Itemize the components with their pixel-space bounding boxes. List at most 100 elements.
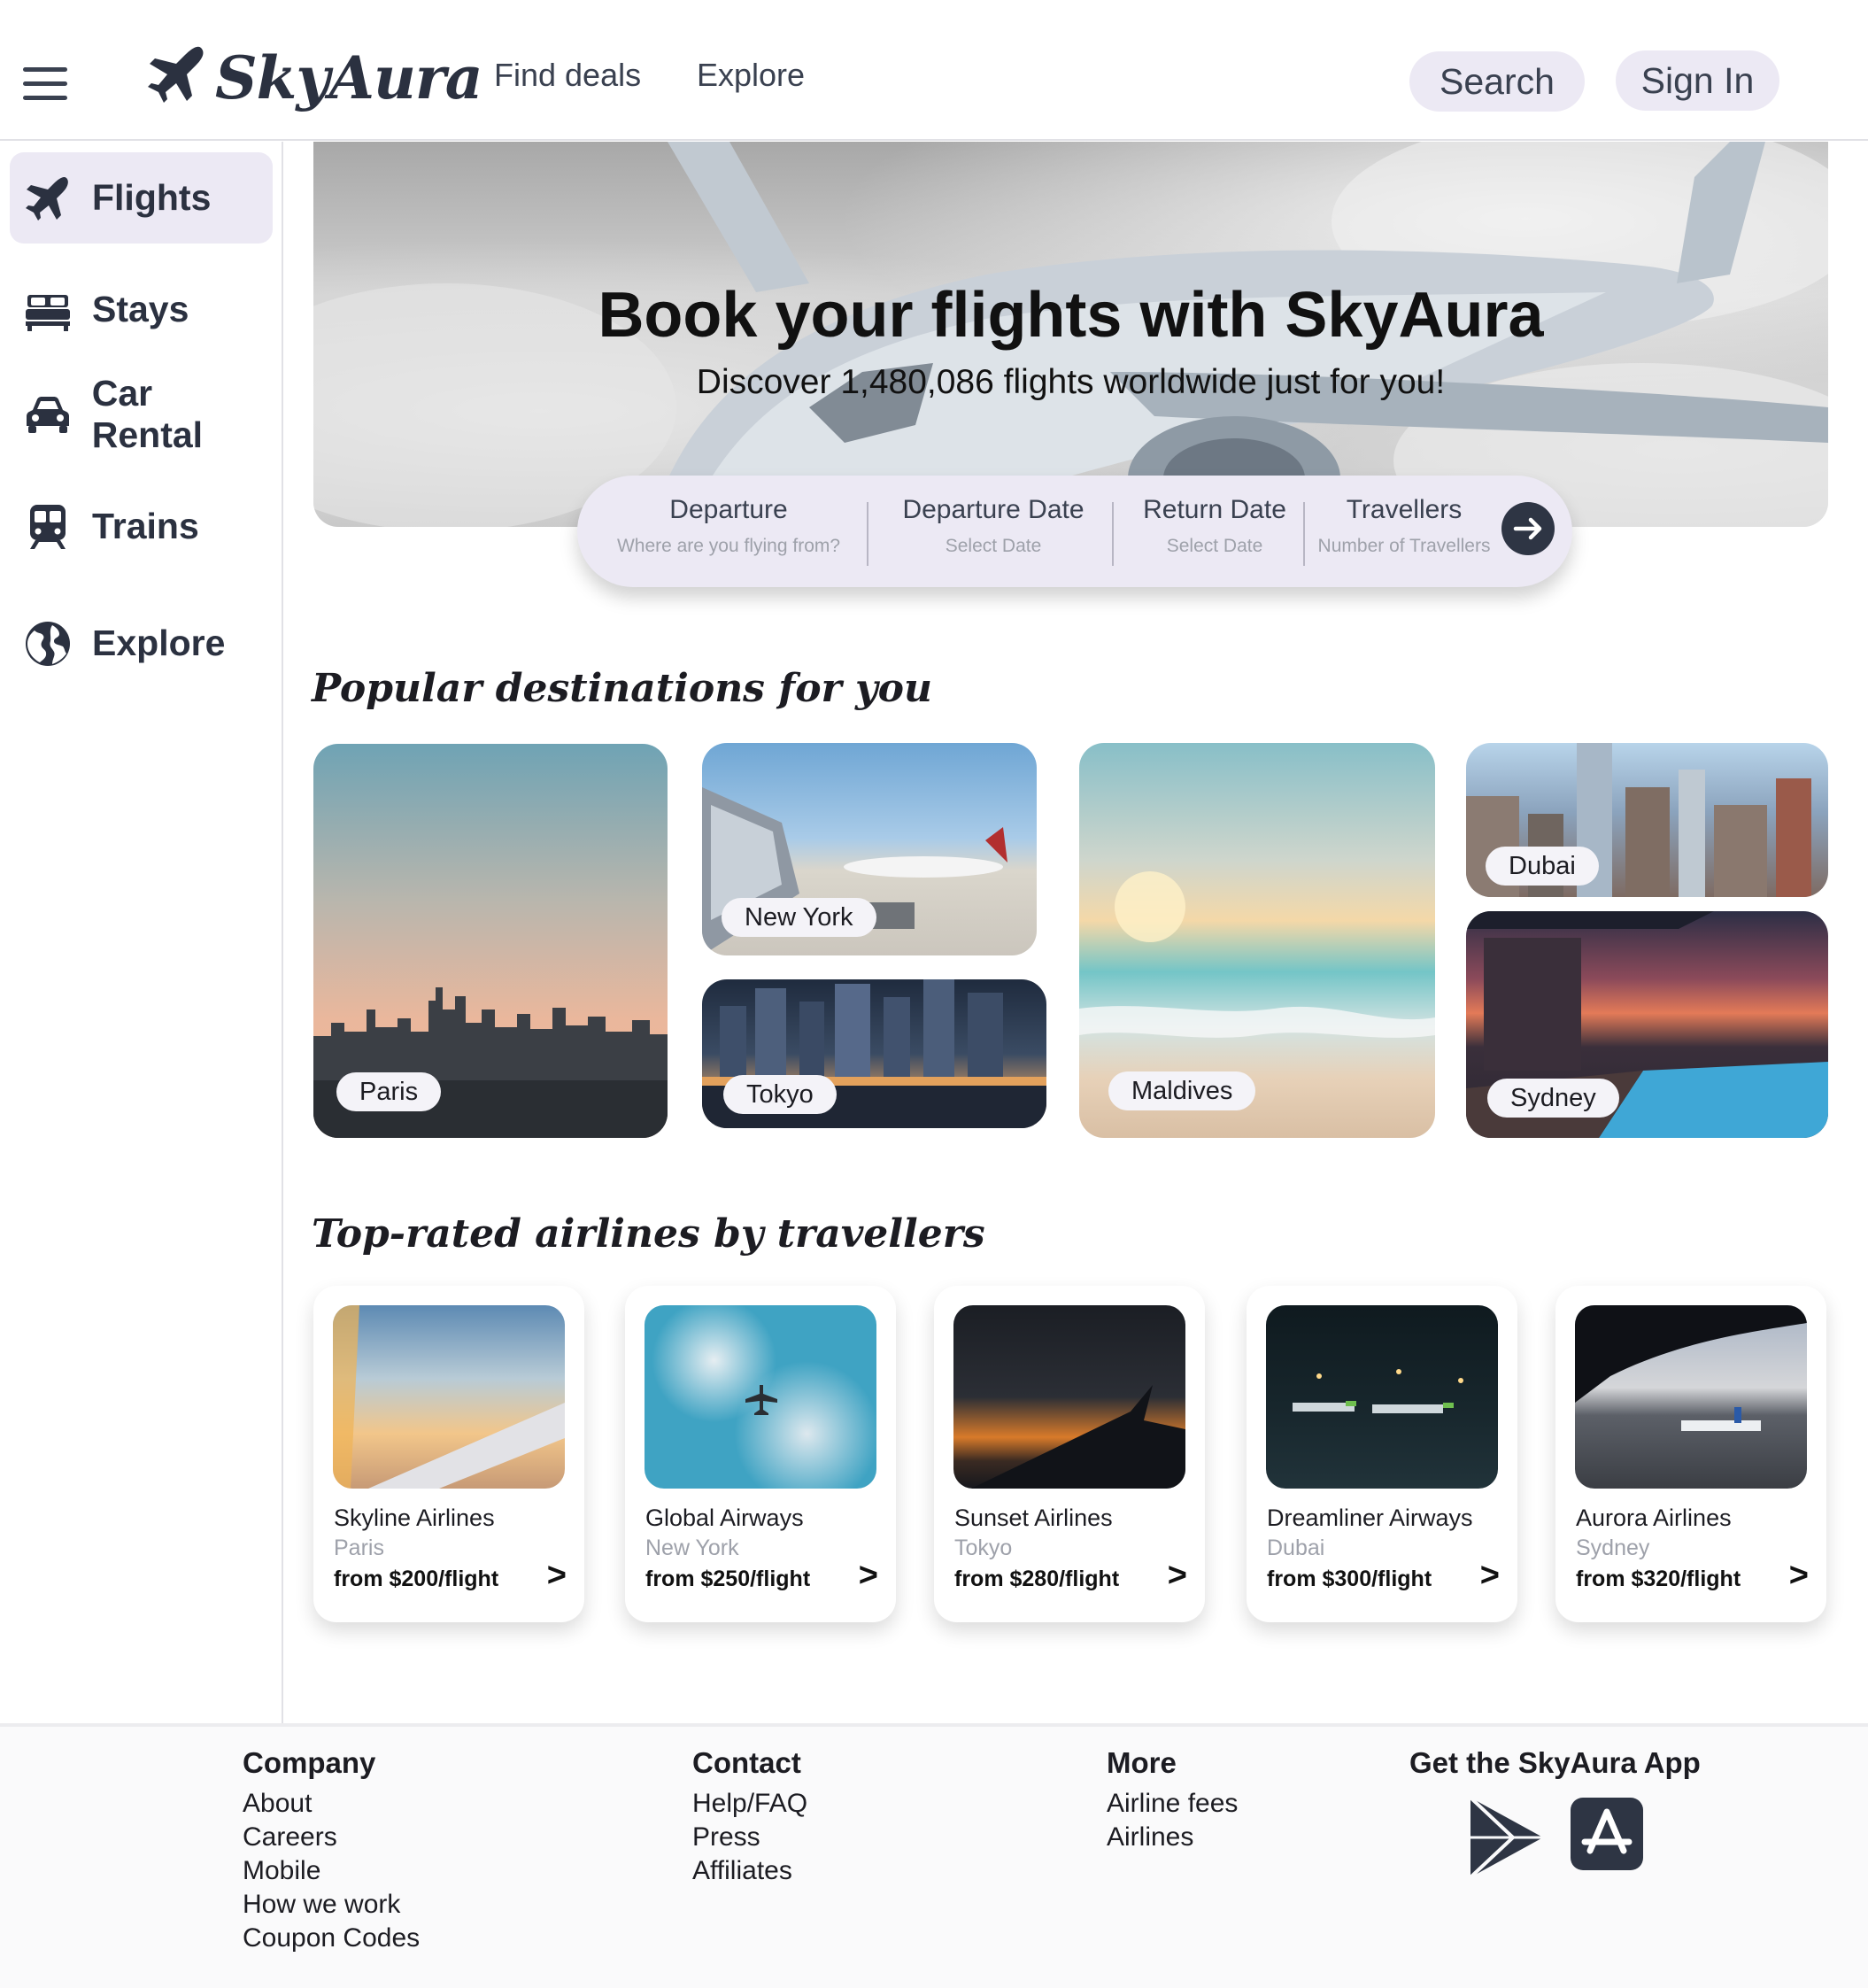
airline-image bbox=[645, 1305, 876, 1489]
destination-label: Sydney bbox=[1487, 1079, 1619, 1118]
airline-price: from $280/flight bbox=[954, 1566, 1120, 1591]
destination-card-tokyo[interactable]: Tokyo bbox=[702, 979, 1046, 1128]
sidebar: Flights Stays Car Rental Trains Explore bbox=[0, 142, 283, 1988]
airline-name: Aurora Airlines bbox=[1576, 1505, 1732, 1531]
destination-card-maldives[interactable]: Maldives bbox=[1079, 743, 1435, 1138]
departure-date-label: Departure Date bbox=[902, 495, 1085, 524]
airline-card-dreamliner[interactable]: Dreamliner Airways Dubai from $300/fligh… bbox=[1247, 1286, 1517, 1622]
footer-heading: Contact bbox=[692, 1746, 801, 1779]
airline-city: Sydney bbox=[1576, 1535, 1650, 1560]
divider bbox=[867, 502, 868, 566]
destination-label: Maldives bbox=[1108, 1071, 1256, 1110]
footer-heading: More bbox=[1107, 1746, 1177, 1779]
chevron-right-icon[interactable]: > bbox=[859, 1557, 878, 1595]
destination-label: Paris bbox=[336, 1072, 442, 1111]
footer-link-careers[interactable]: Careers bbox=[243, 1821, 420, 1854]
return-date-field[interactable]: Return Date Select Date bbox=[1126, 495, 1303, 557]
footer-link-coupon-codes[interactable]: Coupon Codes bbox=[243, 1922, 420, 1955]
departure-label: Departure bbox=[669, 495, 788, 524]
nav-explore[interactable]: Explore bbox=[697, 57, 805, 94]
sidebar-item-explore[interactable]: Explore bbox=[10, 598, 273, 689]
footer-link-airlines[interactable]: Airlines bbox=[1107, 1821, 1238, 1854]
airline-price: from $200/flight bbox=[334, 1566, 499, 1591]
airline-card-global[interactable]: Global Airways New York from $250/flight… bbox=[625, 1286, 896, 1622]
top-airlines-title: Top-rated airlines by travellers bbox=[312, 1211, 985, 1257]
airline-city: New York bbox=[645, 1535, 739, 1560]
train-icon bbox=[23, 502, 73, 552]
footer-heading: Company bbox=[243, 1746, 376, 1779]
footer-link-help-faq[interactable]: Help/FAQ bbox=[692, 1787, 807, 1821]
airline-city: Dubai bbox=[1267, 1535, 1325, 1560]
arrow-right-icon bbox=[1513, 517, 1542, 540]
chevron-right-icon[interactable]: > bbox=[547, 1557, 567, 1595]
car-icon bbox=[23, 390, 73, 439]
google-play-icon[interactable] bbox=[1469, 1796, 1545, 1879]
footer-more-column: More Airline fees Airlines bbox=[1107, 1746, 1238, 1854]
airline-city: Tokyo bbox=[954, 1535, 1013, 1560]
sidebar-item-stays[interactable]: Stays bbox=[10, 264, 273, 355]
footer-link-affiliates[interactable]: Affiliates bbox=[692, 1854, 807, 1888]
sidebar-item-label: Trains bbox=[92, 506, 199, 546]
footer-link-mobile[interactable]: Mobile bbox=[243, 1854, 420, 1888]
globe-icon bbox=[23, 619, 73, 669]
sign-in-button[interactable]: Sign In bbox=[1616, 50, 1779, 111]
destination-card-dubai[interactable]: Dubai bbox=[1466, 743, 1828, 897]
footer-link-how-we-work[interactable]: How we work bbox=[243, 1888, 420, 1922]
travellers-placeholder: Number of Travellers bbox=[1317, 536, 1491, 556]
departure-field[interactable]: Departure Where are you flying from? bbox=[613, 495, 845, 557]
footer-company-column: Company About Careers Mobile How we work… bbox=[243, 1746, 420, 1955]
hamburger-menu-icon[interactable] bbox=[23, 67, 67, 101]
airline-name: Sunset Airlines bbox=[954, 1505, 1113, 1531]
nav-find-deals[interactable]: Find deals bbox=[494, 57, 641, 94]
airline-card-skyline[interactable]: Skyline Airlines Paris from $200/flight … bbox=[313, 1286, 584, 1622]
travellers-label: Travellers bbox=[1346, 495, 1463, 524]
destination-label: New York bbox=[722, 898, 876, 937]
sidebar-item-flights[interactable]: Flights bbox=[10, 152, 273, 244]
chevron-right-icon[interactable]: > bbox=[1168, 1557, 1187, 1595]
return-date-label: Return Date bbox=[1143, 495, 1286, 524]
airline-card-aurora[interactable]: Aurora Airlines Sydney from $320/flight … bbox=[1555, 1286, 1826, 1622]
airline-image bbox=[1575, 1305, 1807, 1489]
departure-placeholder: Where are you flying from? bbox=[616, 536, 841, 556]
chevron-right-icon[interactable]: > bbox=[1480, 1557, 1500, 1595]
bed-icon bbox=[23, 285, 73, 335]
destination-label: Dubai bbox=[1486, 847, 1599, 886]
destination-label: Tokyo bbox=[723, 1075, 837, 1114]
hero-subtitle: Discover 1,480,086 flights worldwide jus… bbox=[696, 363, 1446, 401]
airline-image bbox=[953, 1305, 1185, 1489]
app-store-icon[interactable] bbox=[1571, 1798, 1643, 1870]
brand-name: SkyAura bbox=[215, 43, 482, 112]
footer-link-airline-fees[interactable]: Airline fees bbox=[1107, 1787, 1238, 1821]
travellers-field[interactable]: Travellers Number of Travellers bbox=[1316, 495, 1493, 557]
chevron-right-icon[interactable]: > bbox=[1789, 1557, 1809, 1595]
airline-image bbox=[333, 1305, 565, 1489]
airline-price: from $320/flight bbox=[1576, 1566, 1741, 1591]
departure-date-field[interactable]: Departure Date Select Date bbox=[887, 495, 1100, 557]
airline-name: Dreamliner Airways bbox=[1267, 1505, 1473, 1531]
sidebar-item-car-rental[interactable]: Car Rental bbox=[10, 368, 273, 460]
search-button[interactable]: Search bbox=[1409, 51, 1585, 112]
footer-heading: Get the SkyAura App bbox=[1409, 1746, 1701, 1779]
sidebar-item-label: Flights bbox=[92, 177, 212, 218]
popular-destinations-title: Popular destinations for you bbox=[312, 666, 932, 711]
footer-contact-column: Contact Help/FAQ Press Affiliates bbox=[692, 1746, 807, 1888]
footer-app-column: Get the SkyAura App bbox=[1409, 1746, 1701, 1787]
sidebar-item-trains[interactable]: Trains bbox=[10, 481, 273, 572]
destination-card-sydney[interactable]: Sydney bbox=[1466, 911, 1828, 1138]
airline-price: from $250/flight bbox=[645, 1566, 811, 1591]
return-date-placeholder: Select Date bbox=[1166, 536, 1263, 556]
destination-card-new-york[interactable]: New York bbox=[702, 743, 1037, 955]
airline-name: Global Airways bbox=[645, 1505, 804, 1531]
divider bbox=[1112, 502, 1114, 566]
airline-city: Paris bbox=[334, 1535, 384, 1560]
hero-banner: Book your flights with SkyAura Discover … bbox=[313, 142, 1828, 527]
airline-price: from $300/flight bbox=[1267, 1566, 1432, 1591]
footer-link-press[interactable]: Press bbox=[692, 1821, 807, 1854]
airline-card-sunset[interactable]: Sunset Airlines Tokyo from $280/flight > bbox=[934, 1286, 1205, 1622]
footer-link-about[interactable]: About bbox=[243, 1787, 420, 1821]
brand-logo[interactable]: SkyAura bbox=[146, 41, 482, 115]
destination-card-paris[interactable]: Paris bbox=[313, 744, 668, 1138]
sidebar-item-label: Car Rental bbox=[91, 372, 204, 455]
sidebar-item-label: Stays bbox=[92, 289, 189, 329]
search-submit-button[interactable] bbox=[1501, 502, 1555, 555]
